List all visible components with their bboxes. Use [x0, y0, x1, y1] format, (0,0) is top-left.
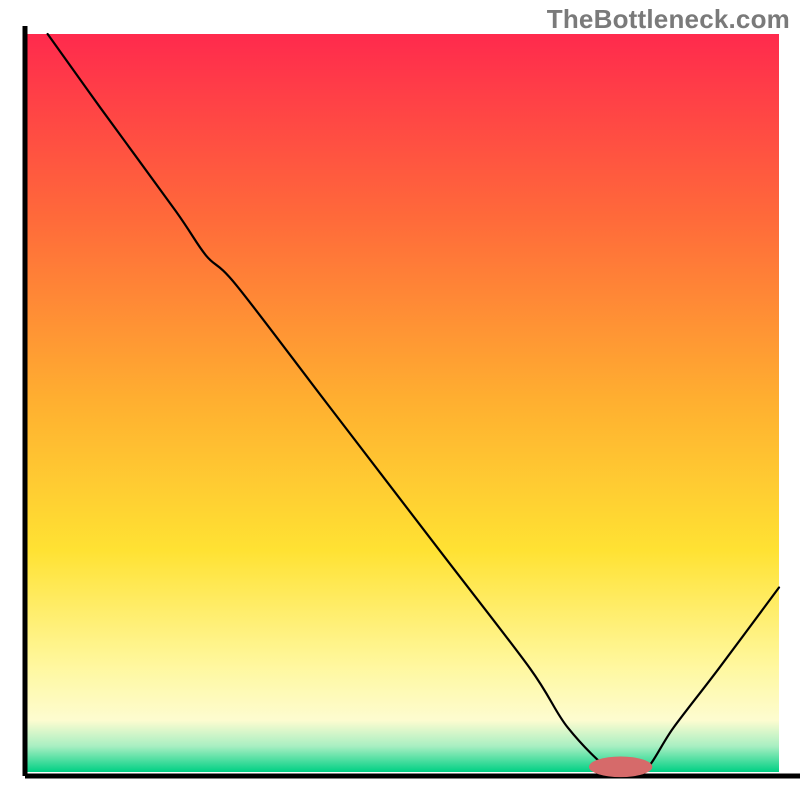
watermark-text: TheBottleneck.com: [547, 4, 790, 35]
bottleneck-chart: [0, 0, 800, 800]
chart-gradient-background: [25, 34, 779, 772]
optimal-point-marker: [589, 757, 652, 778]
